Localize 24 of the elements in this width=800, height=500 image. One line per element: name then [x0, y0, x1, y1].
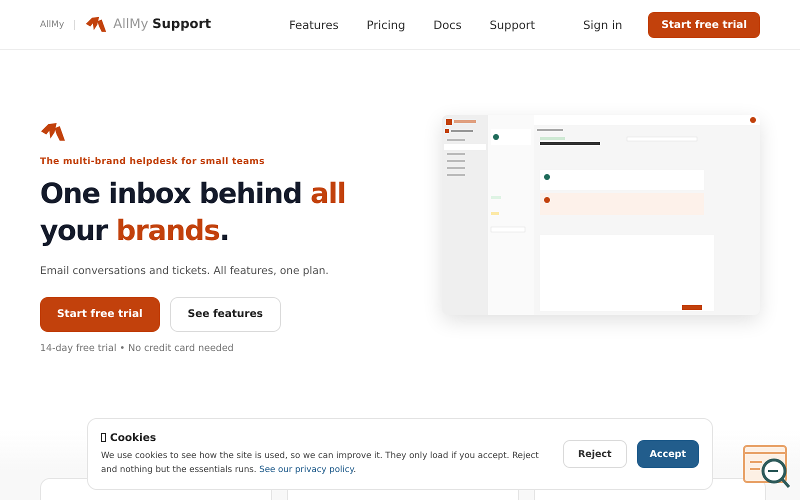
cookie-text: We use cookies to see how the site is used, so we can improve it. They only load if you accept. Reject and nothing but the essentials runs. See our privacy policy. [101, 450, 540, 476]
sign-in-link[interactable]: Sign in [583, 18, 622, 32]
see-features-button[interactable]: See features [170, 296, 281, 332]
brand-name: AllMy [113, 17, 148, 32]
nav-link[interactable]: Pricing [366, 18, 406, 32]
reject-button[interactable]: Reject [562, 440, 627, 468]
privacy-policy-link[interactable]: See our privacy policy [259, 464, 354, 474]
chat-search-icon[interactable] [742, 444, 792, 490]
brand-logo-icon [40, 122, 66, 143]
accept-button[interactable]: Accept [636, 440, 699, 468]
nav-link[interactable]: Support [490, 18, 536, 32]
missing-glyph-icon [101, 433, 106, 442]
brand-name-bold: Support [152, 17, 212, 32]
start-trial-button[interactable]: Start free trial [648, 12, 760, 38]
brand-logo-icon [85, 16, 108, 34]
tagline: The multi-brand helpdesk for small teams [40, 156, 265, 167]
nav-link[interactable]: Features [289, 18, 339, 32]
start-trial-button[interactable]: Start free trial [40, 296, 160, 332]
small-brand-label: AllMy [40, 20, 64, 30]
cookie-title: Cookies [110, 432, 156, 444]
trial-note: 14-day free trial • No credit card needed [40, 342, 234, 354]
headline: One inbox behind all your brands. [40, 176, 346, 249]
nav-link[interactable]: Docs [433, 18, 462, 32]
subtitle: Email conversations and tickets. All features, one plan. [40, 264, 329, 277]
